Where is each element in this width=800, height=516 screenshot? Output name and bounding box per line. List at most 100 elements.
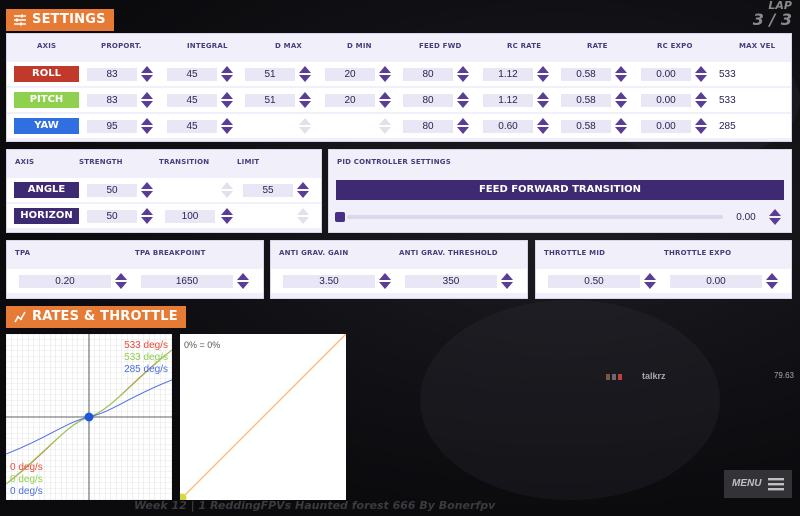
yaw-integral-value[interactable]: 45: [167, 120, 217, 133]
pitch-proport-value[interactable]: 83: [87, 94, 137, 107]
anti-grav-gain-label: ANTI GRAV. GAIN: [279, 249, 349, 257]
axis-yaw-button[interactable]: YAW: [14, 118, 79, 134]
yaw-proport-value[interactable]: 95: [87, 120, 137, 133]
anti-grav-gain-value[interactable]: 3.50: [283, 275, 375, 288]
col-feedfwd: FEED FWD: [419, 42, 462, 50]
yaw-rate-value[interactable]: 0.58: [561, 120, 611, 133]
roll-proport-value[interactable]: 83: [87, 68, 137, 81]
roll-rcexpo-stepper[interactable]: [695, 66, 707, 82]
yaw-dmin-stepper-disabled: [379, 118, 391, 134]
angle-limit-value[interactable]: 55: [243, 184, 293, 197]
roll-dmax-stepper[interactable]: [299, 66, 311, 82]
axis-roll-button[interactable]: ROLL: [14, 66, 79, 82]
yaw-dmax-stepper-disabled: [299, 118, 311, 134]
pid-controller-panel: PID CONTROLLER SETTINGS FEED FORWARD TRA…: [328, 149, 792, 233]
pitch-dmax-value[interactable]: 51: [245, 94, 295, 107]
pitch-rcexpo-value[interactable]: 0.00: [641, 94, 691, 107]
menu-label: MENU: [732, 478, 762, 489]
pitch-rcexpo-stepper[interactable]: [695, 92, 707, 108]
col-axis: AXIS: [37, 42, 57, 50]
yaw-feedfwd-value[interactable]: 80: [403, 120, 453, 133]
yaw-rcexpo-value[interactable]: 0.00: [641, 120, 691, 133]
rates-throttle-title: RATES & THROTTLE: [32, 309, 178, 324]
yaw-feedfwd-stepper[interactable]: [457, 118, 469, 134]
slider-value-stepper[interactable]: [769, 209, 781, 225]
anti-grav-gain-stepper[interactable]: [379, 273, 391, 289]
col-transition: TRANSITION: [159, 158, 210, 166]
pitch-min-rate-label: 0 deg/s: [10, 474, 43, 485]
pitch-dmin-value[interactable]: 20: [325, 94, 375, 107]
axis-pitch-button[interactable]: PITCH: [14, 92, 79, 108]
yaw-rcexpo-stepper[interactable]: [695, 118, 707, 134]
yaw-rcrate-stepper[interactable]: [537, 118, 549, 134]
yaw-max-rate-label: 285 deg/s: [124, 364, 168, 375]
roll-max-rate-label: 533 deg/s: [124, 340, 168, 351]
throttle-expo-stepper[interactable]: [766, 273, 778, 289]
col-proport: PROPORT.: [101, 42, 142, 50]
pitch-proport-stepper[interactable]: [141, 92, 153, 108]
horizon-strength-stepper[interactable]: [141, 208, 153, 224]
roll-dmin-stepper[interactable]: [379, 66, 391, 82]
pitch-feedfwd-value[interactable]: 80: [403, 94, 453, 107]
settings-title: SETTINGS: [32, 12, 106, 27]
roll-rcrate-value[interactable]: 1.12: [483, 68, 533, 81]
roll-integral-value[interactable]: 45: [167, 68, 217, 81]
tpa-value[interactable]: 0.20: [19, 275, 111, 288]
roll-integral-stepper[interactable]: [221, 66, 233, 82]
slider-handle[interactable]: [335, 212, 345, 222]
angle-limit-stepper[interactable]: [297, 182, 309, 198]
horizon-strength-value[interactable]: 50: [87, 210, 137, 223]
tpa-breakpoint-value[interactable]: 1650: [141, 275, 233, 288]
anti-grav-threshold-value[interactable]: 350: [405, 275, 497, 288]
yaw-rcrate-value[interactable]: 0.60: [483, 120, 533, 133]
col-integral: INTEGRAL: [187, 42, 228, 50]
pitch-rcrate-stepper[interactable]: [537, 92, 549, 108]
roll-rate-value[interactable]: 0.58: [561, 68, 611, 81]
pid-controller-title: PID CONTROLLER SETTINGS: [337, 158, 451, 166]
feed-forward-transition-button[interactable]: FEED FORWARD TRANSITION: [336, 180, 784, 200]
mode-angle-button[interactable]: ANGLE: [14, 182, 79, 198]
throttle-mid-stepper[interactable]: [644, 273, 656, 289]
horizon-transition-value[interactable]: 100: [165, 210, 215, 223]
anti-grav-threshold-label: ANTI GRAV. THRESHOLD: [399, 249, 498, 257]
roll-dmin-value[interactable]: 20: [325, 68, 375, 81]
horizon-transition-stepper[interactable]: [221, 208, 233, 224]
angle-strength-value[interactable]: 50: [87, 184, 137, 197]
roll-rcexpo-value[interactable]: 0.00: [641, 68, 691, 81]
anti-grav-threshold-stepper[interactable]: [501, 273, 513, 289]
pitch-dmin-stepper[interactable]: [379, 92, 391, 108]
mode-horizon-button[interactable]: HORIZON: [14, 208, 79, 224]
roll-dmax-value[interactable]: 51: [245, 68, 295, 81]
tpa-stepper[interactable]: [115, 273, 127, 289]
menu-button[interactable]: MENU: [724, 470, 792, 498]
pitch-max-rate-label: 533 deg/s: [124, 352, 168, 363]
roll-proport-stepper[interactable]: [141, 66, 153, 82]
col-mode-axis: AXIS: [15, 158, 35, 166]
tpa-breakpoint-stepper[interactable]: [237, 273, 249, 289]
throttle-expo-value[interactable]: 0.00: [670, 275, 762, 288]
roll-rate-stepper[interactable]: [615, 66, 627, 82]
angle-strength-stepper[interactable]: [141, 182, 153, 198]
throttle-chart: 0% = 0%: [177, 333, 347, 503]
yaw-rate-stepper[interactable]: [615, 118, 627, 134]
roll-feedfwd-value[interactable]: 80: [403, 68, 453, 81]
throttle-expo-label: THROTTLE EXPO: [664, 249, 732, 257]
yaw-proport-stepper[interactable]: [141, 118, 153, 134]
feed-forward-slider[interactable]: [347, 215, 723, 219]
pitch-rate-value[interactable]: 0.58: [561, 94, 611, 107]
pitch-rate-stepper[interactable]: [615, 92, 627, 108]
yaw-integral-stepper[interactable]: [221, 118, 233, 134]
col-rcrate: RC RATE: [507, 42, 542, 50]
throttle-mid-value[interactable]: 0.50: [548, 275, 640, 288]
pitch-dmax-stepper[interactable]: [299, 92, 311, 108]
rates-chart: 533 deg/s 533 deg/s 285 deg/s 0 deg/s 0 …: [5, 334, 173, 500]
pitch-rcrate-value[interactable]: 1.12: [483, 94, 533, 107]
col-maxvel: MAX VEL: [739, 42, 776, 50]
pitch-feedfwd-stepper[interactable]: [457, 92, 469, 108]
tpa-label: TPA: [15, 249, 31, 257]
roll-rcrate-stepper[interactable]: [537, 66, 549, 82]
pitch-integral-value[interactable]: 45: [167, 94, 217, 107]
pitch-integral-stepper[interactable]: [221, 92, 233, 108]
roll-min-rate-label: 0 deg/s: [10, 462, 43, 473]
roll-feedfwd-stepper[interactable]: [457, 66, 469, 82]
